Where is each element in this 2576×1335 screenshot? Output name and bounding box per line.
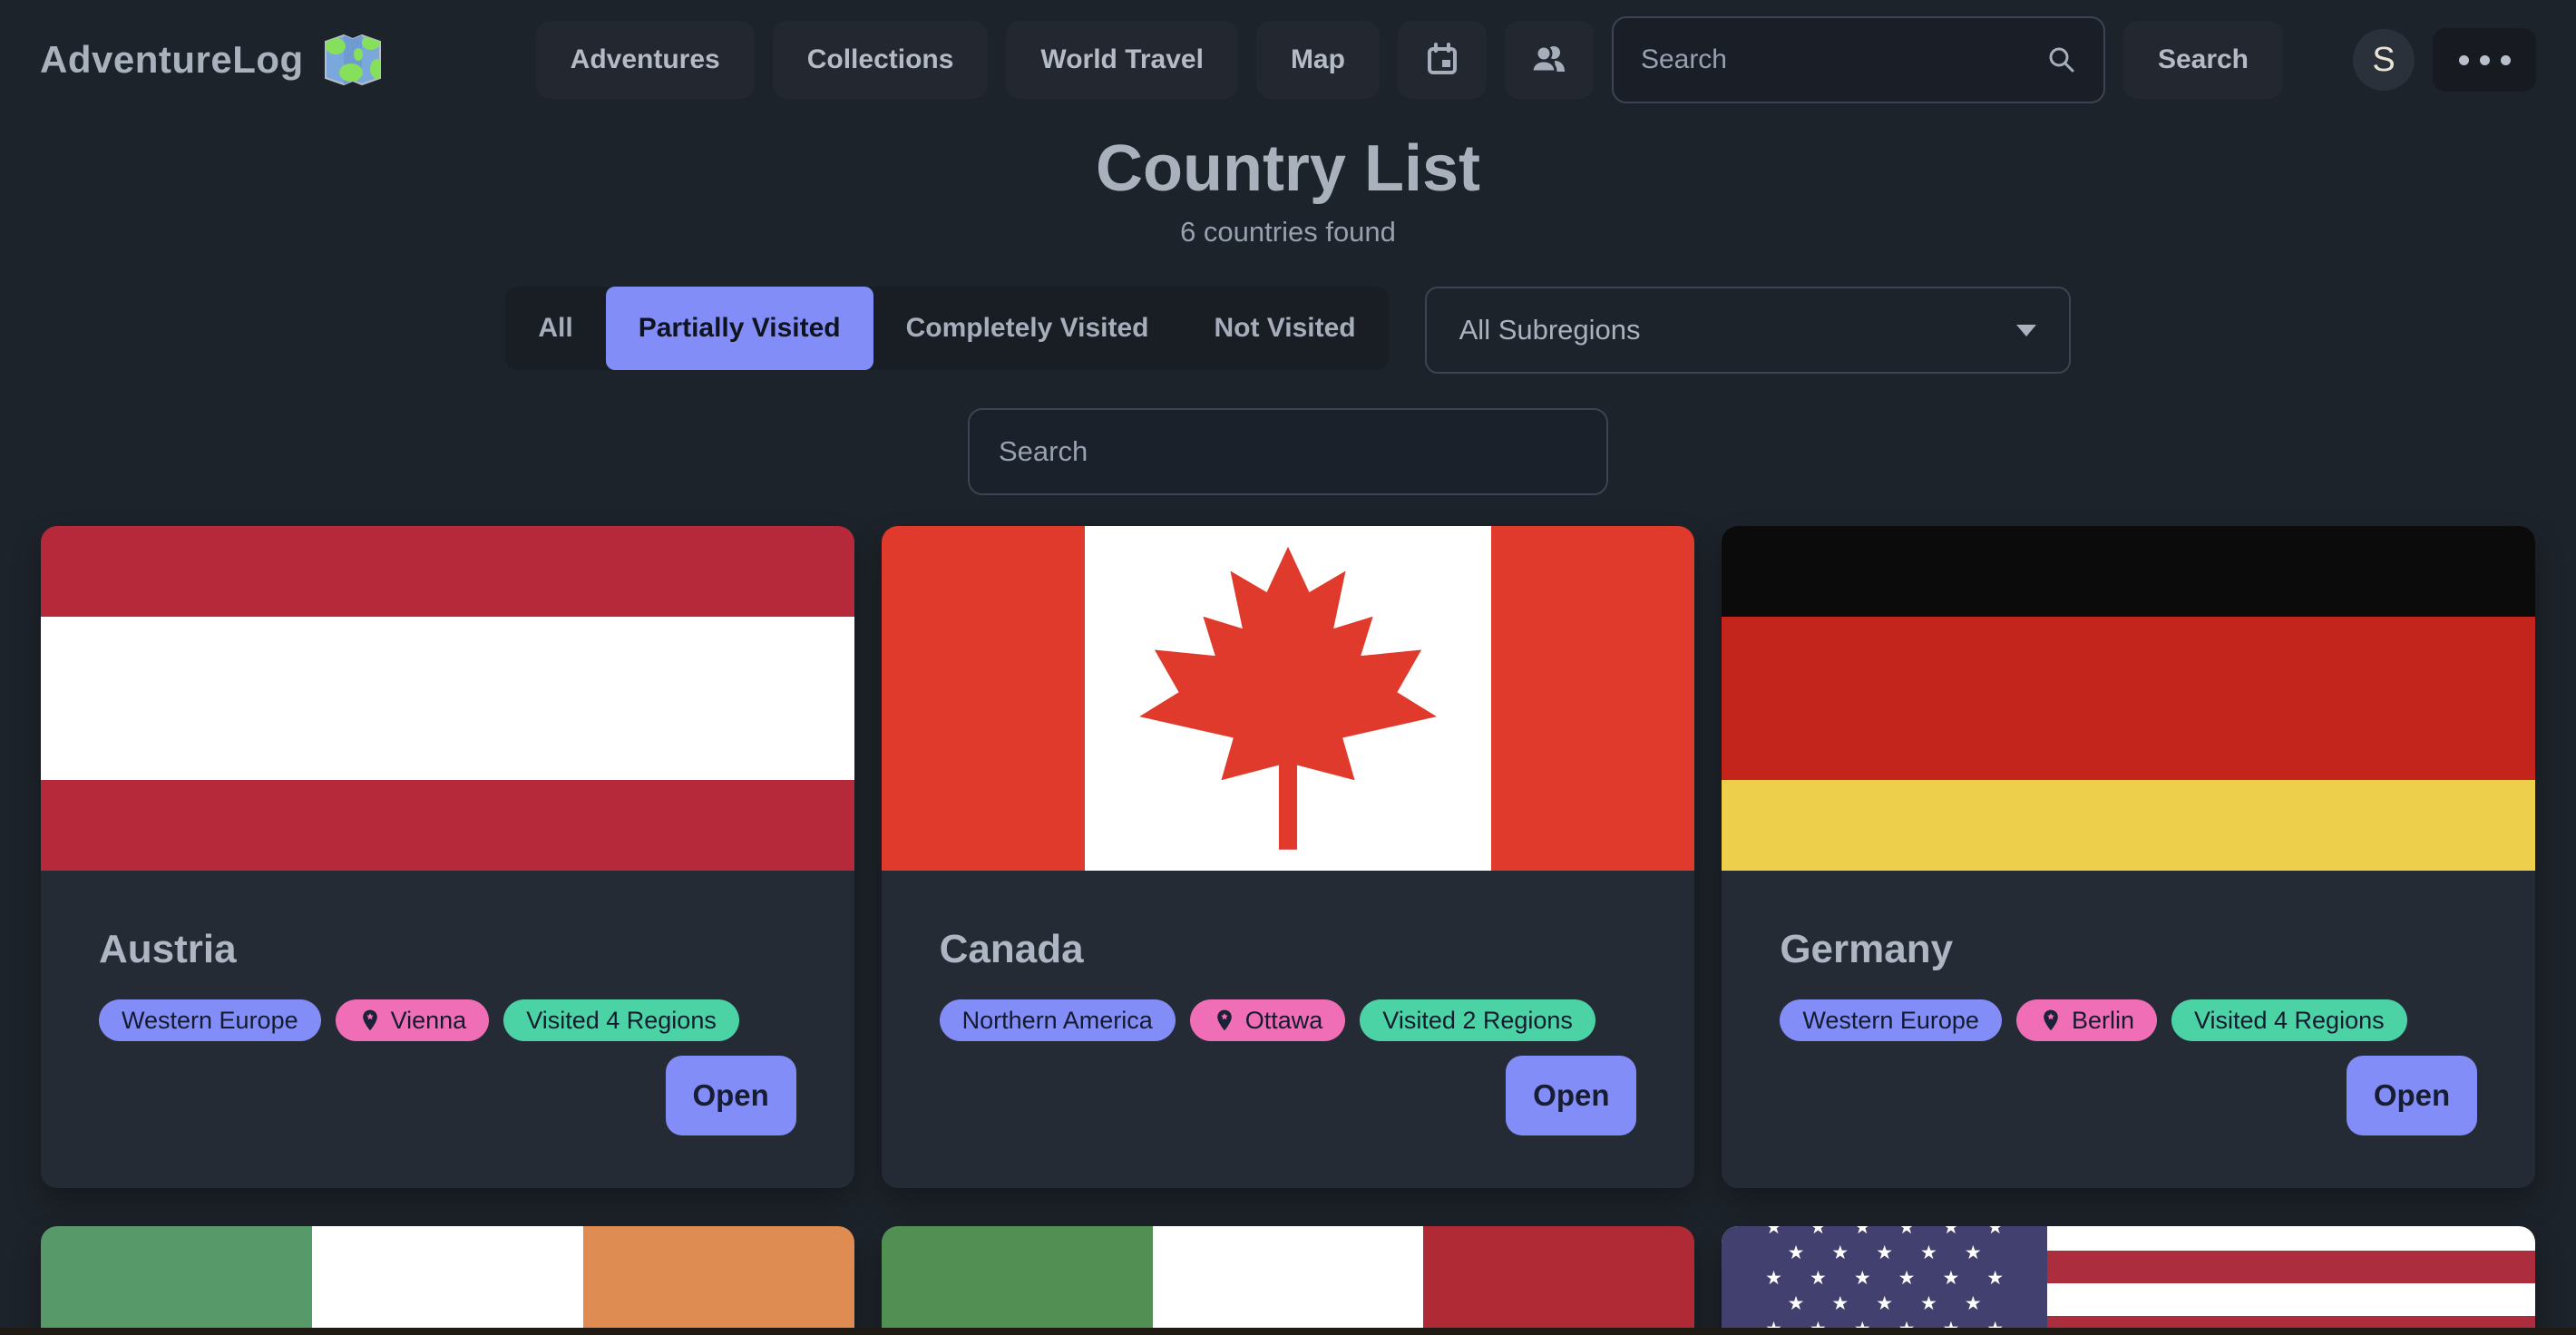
- austria-flag: [41, 526, 854, 871]
- open-button[interactable]: Open: [666, 1056, 796, 1135]
- calendar-button[interactable]: [1398, 21, 1487, 99]
- nav-item-world-travel[interactable]: World Travel: [1006, 21, 1238, 99]
- users-icon: [1529, 40, 1569, 80]
- canada-flag: [882, 526, 1695, 871]
- country-name: Canada: [940, 927, 1637, 972]
- italy-flag: [882, 1226, 1695, 1335]
- country-card-partial: [882, 1226, 1695, 1335]
- search-icon: [2045, 44, 2078, 76]
- country-search: [0, 408, 2576, 495]
- ellipsis-icon: [2501, 55, 2511, 65]
- subregion-select[interactable]: All Subregions: [1425, 287, 2071, 374]
- germany-flag: [1722, 526, 2535, 871]
- country-card-canada: Canada Northern America Ottawa Visited 2…: [882, 526, 1695, 1188]
- country-list-page: AdventureLog Adventures Collecti: [0, 0, 2576, 1335]
- ellipsis-icon: [2480, 55, 2490, 65]
- usa-flag-canton: ★★★★★★★★★★★★★★★★★★★★★★★★★★★★★★★★★★★★★★★★…: [1722, 1226, 2047, 1335]
- subregion-select-value: All Subregions: [1459, 314, 1641, 346]
- country-card-partial: ★★★★★★★★★★★★★★★★★★★★★★★★★★★★★★★★★★★★★★★★…: [1722, 1226, 2535, 1335]
- brand-name: AdventureLog: [40, 38, 304, 82]
- page-title: Country List: [0, 136, 2576, 201]
- open-button[interactable]: Open: [1506, 1056, 1636, 1135]
- nav-item-map[interactable]: Map: [1256, 21, 1380, 99]
- brand[interactable]: AdventureLog: [40, 34, 382, 86]
- region-badge: Northern America: [940, 999, 1176, 1041]
- country-card-germany: Germany Western Europe Berlin Visited 4 …: [1722, 526, 2535, 1188]
- filter-bar: All Partially Visited Completely Visited…: [0, 287, 2576, 374]
- nav-search: [1612, 16, 2105, 103]
- map-pin-icon: [2039, 1009, 2063, 1032]
- usa-flag: ★★★★★★★★★★★★★★★★★★★★★★★★★★★★★★★★★★★★★★★★…: [1722, 1226, 2535, 1335]
- avatar[interactable]: S: [2353, 29, 2415, 91]
- chevron-down-icon: [2016, 325, 2036, 336]
- nav-search-button[interactable]: Search: [2123, 21, 2283, 99]
- map-pin-icon: [1213, 1009, 1236, 1032]
- nav-search-input[interactable]: [1639, 44, 2031, 76]
- visited-regions-badge: Visited 4 Regions: [503, 999, 739, 1041]
- tab-not-visited[interactable]: Not Visited: [1181, 287, 1388, 370]
- open-button[interactable]: Open: [2347, 1056, 2477, 1135]
- ireland-flag: [41, 1226, 854, 1335]
- avatar-initial: S: [2372, 41, 2395, 80]
- navbar: AdventureLog Adventures Collecti: [0, 0, 2576, 120]
- capital-badge: Ottawa: [1190, 999, 1346, 1041]
- country-grid-row-2: ★★★★★★★★★★★★★★★★★★★★★★★★★★★★★★★★★★★★★★★★…: [41, 1226, 2535, 1335]
- visited-regions-badge: Visited 4 Regions: [2171, 999, 2407, 1041]
- maple-leaf-icon: [1137, 547, 1439, 850]
- nav-item-adventures[interactable]: Adventures: [536, 21, 755, 99]
- nav-item-collections[interactable]: Collections: [773, 21, 989, 99]
- country-name: Germany: [1780, 927, 2477, 972]
- country-search-input[interactable]: [997, 434, 1579, 469]
- calendar-icon: [1423, 41, 1461, 79]
- bottom-edge-strip: [0, 1328, 2576, 1335]
- country-card-partial: [41, 1226, 854, 1335]
- tab-completely-visited[interactable]: Completely Visited: [873, 287, 1182, 370]
- region-badge: Western Europe: [99, 999, 321, 1041]
- capital-badge: Vienna: [336, 999, 490, 1041]
- folded-map-icon: [324, 34, 382, 86]
- countries-found-count: 6 countries found: [0, 216, 2576, 248]
- tab-all[interactable]: All: [505, 287, 605, 370]
- visited-regions-badge: Visited 2 Regions: [1360, 999, 1595, 1041]
- users-button[interactable]: [1505, 21, 1594, 99]
- map-pin-icon: [358, 1009, 382, 1032]
- country-name: Austria: [99, 927, 796, 972]
- visited-filter-tabs: All Partially Visited Completely Visited…: [505, 287, 1388, 370]
- country-grid: Austria Western Europe Vienna Visited 4 …: [41, 526, 2535, 1188]
- capital-badge: Berlin: [2016, 999, 2157, 1041]
- country-card-austria: Austria Western Europe Vienna Visited 4 …: [41, 526, 854, 1188]
- tab-partially-visited[interactable]: Partially Visited: [606, 287, 873, 370]
- region-badge: Western Europe: [1780, 999, 2002, 1041]
- more-menu-button[interactable]: [2433, 28, 2536, 92]
- ellipsis-icon: [2459, 55, 2469, 65]
